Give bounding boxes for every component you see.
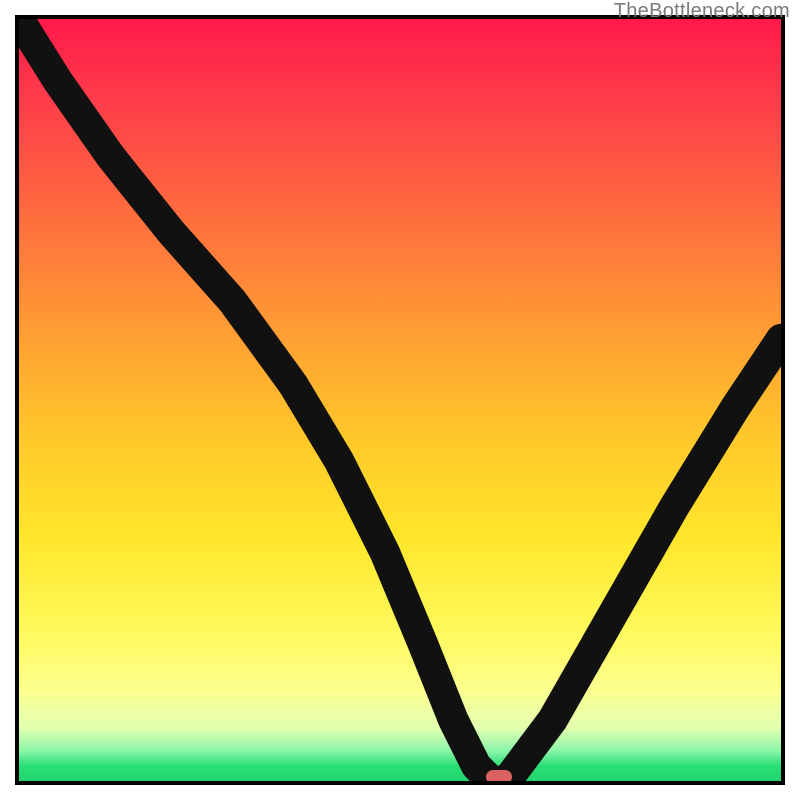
curve-svg	[19, 19, 781, 781]
plot-area	[15, 15, 785, 785]
bottleneck-curve-path	[19, 19, 781, 781]
watermark-label: TheBottleneck.com	[614, 0, 790, 23]
bottleneck-chart: TheBottleneck.com	[0, 0, 800, 800]
optimal-marker	[486, 770, 512, 784]
